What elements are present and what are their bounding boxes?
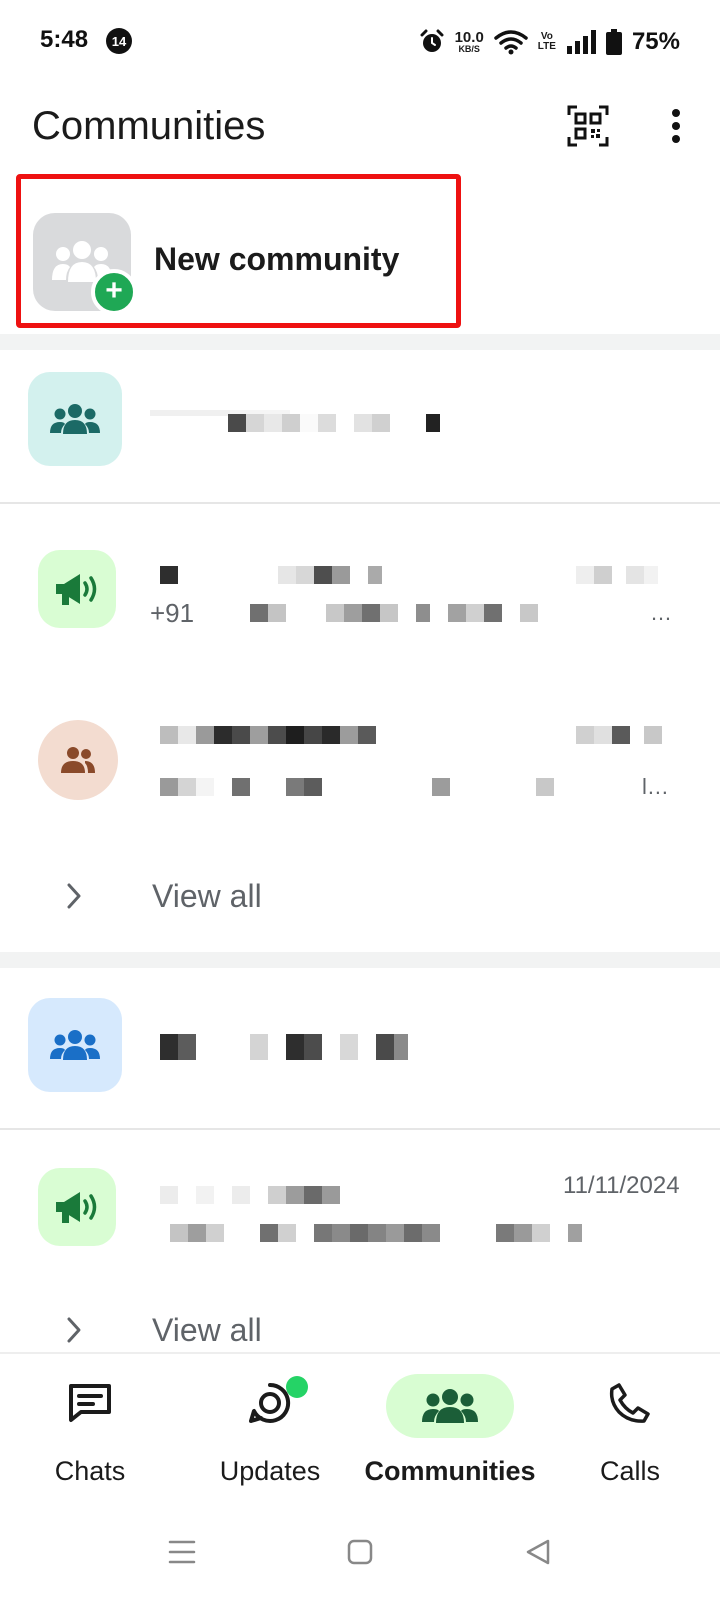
notification-count-badge: 14 [106, 28, 132, 54]
community-group-icon [50, 404, 100, 434]
nav-label-updates: Updates [219, 1456, 321, 1486]
announcement-preview-redacted [170, 1224, 582, 1242]
more-options-button[interactable] [654, 104, 698, 148]
row-divider [0, 1128, 720, 1130]
view-all-button[interactable]: View all [0, 858, 720, 938]
recent-apps-button[interactable] [162, 1532, 202, 1572]
battery-percentage: 75% [631, 28, 680, 55]
group-time-redacted [576, 726, 662, 744]
more-vert-icon [672, 109, 680, 143]
qr-scanner-button[interactable] [566, 104, 610, 148]
nav-tab-communities[interactable]: Communities [360, 1354, 540, 1494]
nav-tab-updates[interactable]: Updates [180, 1354, 360, 1494]
nav-tab-calls[interactable]: Calls [540, 1354, 720, 1494]
back-button[interactable] [518, 1532, 558, 1572]
announcement-avatar[interactable] [38, 1168, 116, 1246]
chat-icon [60, 1380, 120, 1426]
group-preview-redacted [160, 778, 554, 796]
status-bar: 5:48 14 10.0 KB/S Vo LTE 75% [0, 0, 720, 84]
home-square-icon [347, 1539, 373, 1565]
row-divider [0, 502, 720, 504]
nav-label-communities: Communities [364, 1456, 536, 1486]
group-name-redacted[interactable] [160, 726, 376, 744]
truncation-ellipsis: … [650, 600, 672, 625]
megaphone-icon [56, 574, 97, 605]
home-button[interactable] [340, 1532, 380, 1572]
community-avatar[interactable] [28, 372, 122, 466]
announcement-name-redacted[interactable] [160, 1186, 340, 1204]
nav-tab-chats[interactable]: Chats [0, 1354, 180, 1494]
group-icon [61, 747, 95, 773]
wifi-icon [494, 30, 528, 55]
nav-label-calls: Calls [599, 1456, 660, 1486]
status-icons: 10.0 KB/S Vo LTE 75% [419, 22, 680, 62]
signal-icon [566, 30, 596, 54]
battery-icon [605, 29, 622, 55]
announcement-date: 11/11/2024 [563, 1172, 680, 1199]
menu-icon [168, 1540, 196, 1564]
section-separator [0, 334, 720, 350]
view-all-label: View all [152, 1312, 262, 1348]
page-title: Communities [32, 104, 266, 148]
add-icon: + [91, 269, 137, 315]
community-name-redacted[interactable] [160, 1034, 408, 1060]
chevron-right-icon [67, 1317, 81, 1343]
new-community-button[interactable]: + New community [16, 174, 461, 328]
nav-label-chats: Chats [54, 1456, 126, 1486]
unread-indicator-dot [286, 1376, 308, 1398]
new-community-label: New community [154, 241, 400, 277]
system-navigation-bar [0, 1500, 720, 1600]
announcement-preview-redacted [250, 604, 538, 622]
chevron-right-icon [67, 883, 81, 909]
view-all-label: View all [152, 878, 262, 914]
announcement-avatar[interactable] [38, 550, 116, 628]
alarm-icon [420, 29, 444, 52]
section-separator [0, 952, 720, 968]
qr-code-icon [567, 105, 609, 147]
truncation-ellipsis: l… [642, 774, 669, 799]
back-triangle-icon [526, 1539, 550, 1565]
network-speed: 10.0 KB/S [454, 29, 484, 54]
group-avatar[interactable] [38, 720, 118, 800]
community-name-redacted [228, 414, 440, 432]
announcement-name-redacted[interactable] [160, 566, 382, 584]
community-group-icon [50, 1030, 100, 1060]
community-avatar[interactable] [28, 998, 122, 1092]
bottom-navigation: Chats Updates Communities Calls [0, 1352, 720, 1492]
phone-icon [600, 1380, 660, 1426]
volte-indicator: Vo LTE [537, 31, 556, 52]
communities-icon [386, 1374, 514, 1438]
megaphone-icon [56, 1192, 97, 1223]
status-time: 5:48 [40, 26, 89, 53]
announcement-time-redacted [576, 566, 658, 584]
announcement-preview-prefix: +91 [150, 598, 195, 628]
